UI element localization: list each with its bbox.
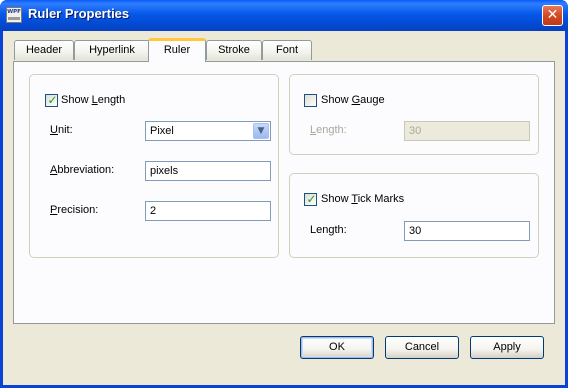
tick-length-label: Length: [310, 224, 347, 236]
tab-label: Font [275, 44, 298, 56]
precision-label: Precision: [50, 204, 99, 216]
unit-dropdown[interactable]: Pixel ▼ [145, 121, 271, 141]
apply-button[interactable]: Apply [470, 336, 544, 359]
abbreviation-input[interactable]: pixels [145, 161, 271, 181]
length-group: ✓ Show Length Unit: Pixel ▼ Abbreviation… [29, 74, 279, 258]
precision-input[interactable]: 2 [145, 201, 271, 221]
abbreviation-value: pixels [150, 165, 179, 177]
show-length-label[interactable]: Show Length [61, 94, 125, 107]
window-title: Ruler Properties [28, 6, 130, 21]
check-icon: ✓ [47, 93, 58, 107]
app-icon: WPF [6, 7, 22, 23]
unit-label: Unit: [50, 124, 73, 136]
tab-label: Header [25, 44, 63, 56]
show-tick-marks-label[interactable]: Show Tick Marks [321, 193, 404, 206]
app-icon-label: WPF [7, 9, 21, 15]
tab-label: Hyperlink [89, 44, 135, 56]
unit-value: Pixel [150, 125, 174, 137]
chevron-down-icon[interactable]: ▼ [253, 123, 269, 139]
tick-length-input[interactable]: 30 [404, 221, 530, 241]
cancel-button[interactable]: Cancel [385, 336, 459, 359]
gauge-length-label: Length: [310, 124, 347, 136]
tab-font[interactable]: Font [262, 40, 312, 60]
show-length-checkbox[interactable]: ✓ [45, 93, 58, 107]
gauge-group: Show Gauge Length: 30 [289, 74, 539, 155]
tab-hyperlink[interactable]: Hyperlink [74, 40, 150, 60]
show-gauge-label[interactable]: Show Gauge [321, 94, 385, 107]
close-button[interactable]: ✕ [542, 5, 563, 26]
check-icon: ✓ [306, 192, 317, 206]
tab-label: Ruler [163, 44, 191, 56]
dialog-body: Header Hyperlink Ruler Stroke Font ✓ Sho… [3, 31, 565, 385]
close-icon: ✕ [546, 7, 559, 23]
tab-header[interactable]: Header [14, 40, 74, 60]
tab-stroke[interactable]: Stroke [206, 40, 262, 60]
ruler-tab-panel: ✓ Show Length Unit: Pixel ▼ Abbreviation… [13, 61, 555, 324]
title-bar[interactable]: WPF Ruler Properties ✕ [0, 0, 568, 31]
tab-label: Stroke [218, 44, 250, 56]
gauge-length-value: 30 [409, 125, 422, 137]
tick-marks-group: ✓ Show Tick Marks Length: 30 [289, 173, 539, 258]
tick-length-value: 30 [409, 225, 422, 237]
show-gauge-checkbox[interactable] [304, 94, 317, 107]
precision-value: 2 [150, 205, 157, 217]
dialog-window: WPF Ruler Properties ✕ Header Hyperlink … [0, 0, 568, 388]
gauge-length-input: 30 [404, 121, 530, 141]
tab-ruler[interactable]: Ruler [148, 38, 206, 62]
abbreviation-label: Abbreviation: [50, 164, 115, 176]
ok-button[interactable]: OK [300, 336, 374, 359]
show-tick-marks-checkbox[interactable]: ✓ [304, 192, 317, 206]
